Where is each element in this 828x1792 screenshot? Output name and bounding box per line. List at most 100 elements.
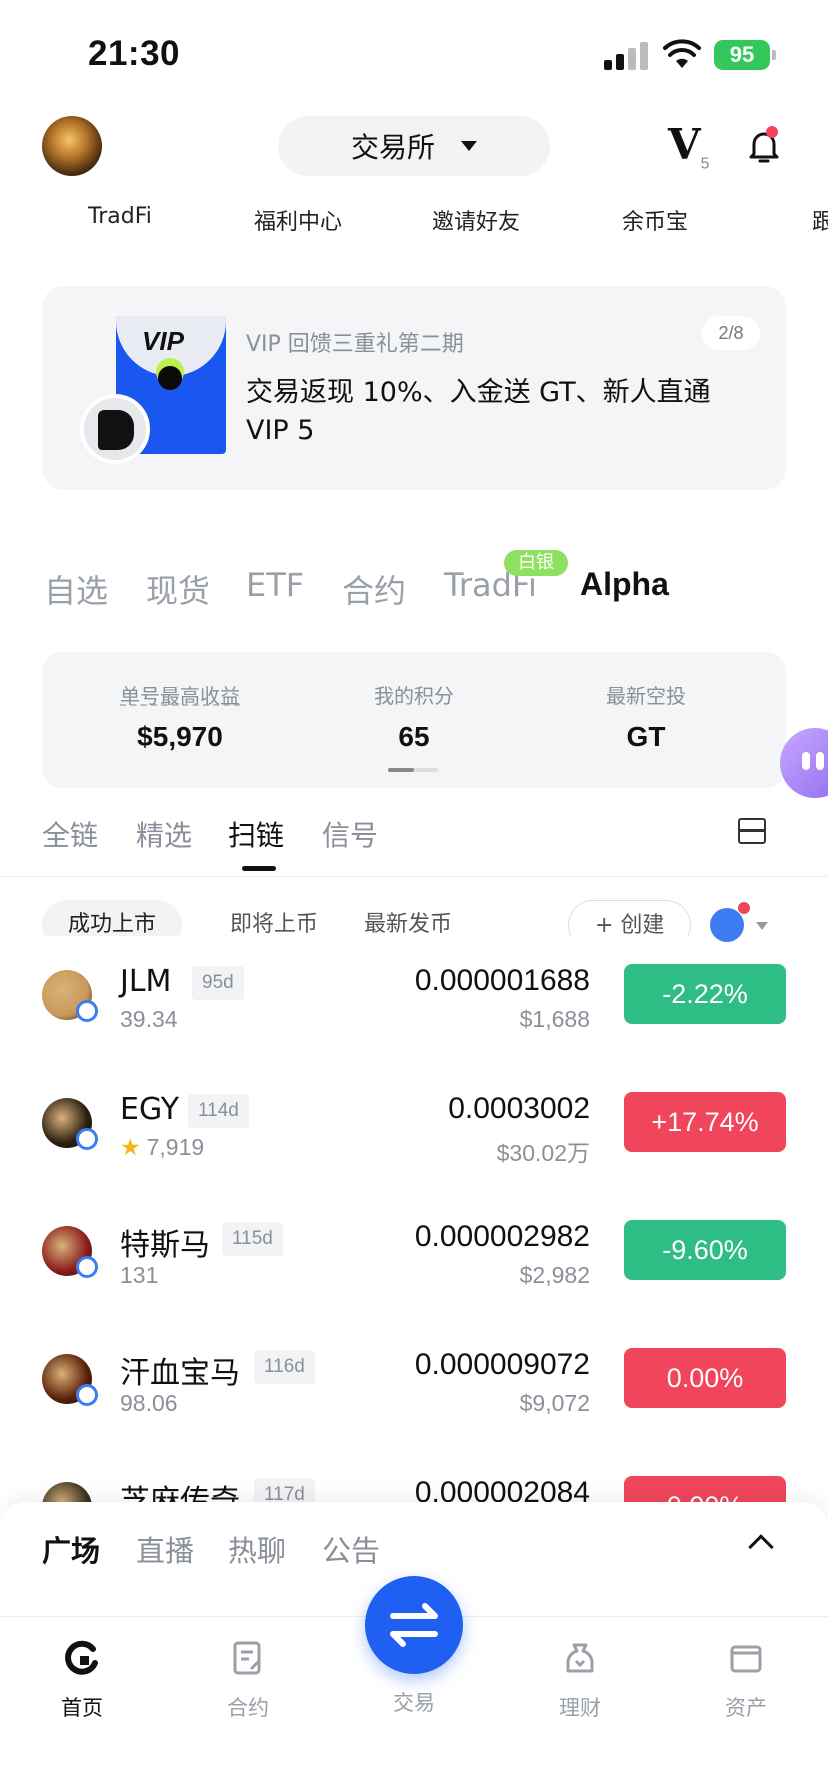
tab-alpha[interactable]: Alpha: [580, 566, 669, 603]
token-market-cap: $2,982: [519, 1262, 590, 1288]
active-subtab-underline: [242, 866, 276, 871]
nav-assets[interactable]: 资产: [691, 1617, 801, 1722]
filter-upcoming[interactable]: 即将上币: [204, 900, 344, 936]
bell-icon[interactable]: [744, 126, 784, 166]
tab-favorites[interactable]: 自选: [44, 566, 108, 612]
tab-hot-chat[interactable]: 热聊: [228, 1528, 286, 1570]
carousel-indicator: [388, 768, 438, 772]
stat-max-profit: 单号最高收益 $5,970: [80, 680, 280, 753]
status-time: 21:30: [88, 34, 181, 73]
token-secondary-value: 39.34: [120, 1006, 178, 1033]
vip-level-number: 5: [700, 155, 710, 173]
stat-latest-airdrop: 最新空投 GT: [546, 680, 746, 753]
caret-down-icon: [461, 141, 477, 151]
chain-badge-icon: [76, 1384, 98, 1406]
table-row[interactable]: 芝麻传奇 117d 0.000002084 0.00%: [0, 1448, 828, 1506]
tab-spot[interactable]: 现货: [146, 566, 210, 612]
nav-earn[interactable]: 理财: [525, 1617, 635, 1722]
token-market-cap: $30.02万: [496, 1140, 590, 1166]
quick-link-tradfi[interactable]: TradFi: [88, 204, 152, 229]
filter-new-tokens[interactable]: 最新发币: [338, 900, 478, 936]
subtab-all-chains[interactable]: 全链: [42, 814, 98, 854]
banner-subtitle: VIP 回馈三重礼第二期: [246, 332, 464, 357]
quick-link-copy-trading[interactable]: 跟: [812, 204, 828, 236]
nav-label: 首页: [61, 1696, 103, 1720]
nav-label: 合约: [227, 1696, 269, 1720]
token-list: JLM 95d 39.34 0.000001688 $1,688 -2.22% …: [0, 936, 828, 1506]
token-price: 0.000002982: [414, 1220, 590, 1253]
avatar[interactable]: [42, 116, 102, 176]
stat-my-points: 我的积分 65: [314, 680, 514, 753]
battery-indicator: 95: [714, 40, 776, 70]
stat-label: 我的积分: [374, 684, 454, 708]
stat-value: 65: [398, 721, 430, 752]
brand-logo-icon: [80, 394, 150, 464]
stat-label: 单号最高收益: [120, 684, 240, 708]
filter-listed[interactable]: 成功上市: [42, 900, 183, 936]
price-change-badge[interactable]: -2.22%: [624, 964, 786, 1024]
nav-label: 理财: [559, 1696, 601, 1720]
token-holders: 7,919: [146, 1134, 205, 1160]
table-row[interactable]: 汗血宝马 116d 98.06 0.000009072 $9,072 0.00%: [0, 1320, 828, 1448]
assistant-bot-icon[interactable]: [780, 728, 828, 798]
alpha-stats-card[interactable]: 单号最高收益 $5,970 我的积分 65 最新空投 GT: [42, 652, 786, 788]
token-name: JLM: [120, 964, 172, 999]
quick-link-invite-friends[interactable]: 邀请好友: [432, 204, 520, 236]
token-secondary-value: 131: [120, 1262, 158, 1289]
divider: [0, 876, 828, 877]
table-row[interactable]: JLM 95d 39.34 0.000001688 $1,688 -2.22%: [0, 936, 828, 1064]
token-name: 特斯马: [120, 1228, 210, 1263]
tab-square[interactable]: 广场: [42, 1528, 100, 1570]
network-filter-dot: [738, 902, 750, 914]
vip-card-text: VIP: [142, 326, 184, 356]
token-name: EGY: [120, 1092, 180, 1127]
wifi-icon: [663, 39, 701, 68]
tab-etf[interactable]: ETF: [246, 566, 304, 604]
nav-futures[interactable]: 合约: [193, 1617, 303, 1722]
vip-level-badge[interactable]: V5: [668, 120, 710, 173]
home-icon: [65, 1640, 98, 1675]
star-icon: ★: [120, 1134, 141, 1160]
tab-live[interactable]: 直播: [136, 1528, 194, 1570]
token-name: 汗血宝马: [120, 1356, 240, 1391]
chain-badge-icon: [76, 1000, 98, 1022]
table-row[interactable]: EGY 114d ★ 7,919 0.0003002 $30.02万 +17.74…: [0, 1064, 828, 1192]
banner-page-indicator: 2/8: [702, 316, 760, 350]
chain-badge-icon: [76, 1128, 98, 1150]
token-holders: 131: [120, 1262, 159, 1288]
quick-link-savings[interactable]: 余币宝: [622, 204, 688, 236]
create-token-button[interactable]: + 创建: [568, 900, 692, 936]
token-secondary-value: 98.06: [120, 1390, 178, 1417]
exchange-switcher[interactable]: 交易所: [278, 116, 550, 176]
stat-value: GT: [626, 721, 666, 752]
tab-announcements[interactable]: 公告: [322, 1528, 380, 1570]
chevron-up-icon[interactable]: [748, 1534, 774, 1560]
wallet-icon: [730, 1645, 762, 1673]
wealth-icon: [566, 1643, 594, 1673]
contract-icon: [233, 1641, 261, 1675]
subtab-chain-scan[interactable]: 扫链: [228, 814, 284, 854]
quick-link-rewards-center[interactable]: 福利中心: [254, 204, 342, 236]
token-age-badge: 115d: [222, 1222, 283, 1256]
token-price: 0.0003002: [448, 1092, 590, 1125]
price-change-badge[interactable]: -9.60%: [624, 1220, 786, 1280]
price-change-badge[interactable]: 0.00%: [624, 1348, 786, 1408]
subtab-featured[interactable]: 精选: [136, 814, 192, 854]
table-row[interactable]: 特斯马 115d 131 0.000002982 $2,982 -9.60%: [0, 1192, 828, 1320]
token-age-badge: 114d: [188, 1094, 249, 1128]
tab-futures[interactable]: 合约: [342, 566, 406, 612]
nav-label: 交易: [393, 1691, 435, 1715]
market-tabs: 自选 现货 ETF 合约 TradFi Alpha: [0, 566, 828, 616]
token-secondary-value: ★ 7,919: [120, 1134, 204, 1161]
chain-subtabs: 全链 精选 扫链 信号: [0, 814, 828, 870]
promo-banner[interactable]: VIP VIP 回馈三重礼第二期 交易返现 10%、入金送 GT、新人直通 VI…: [42, 286, 786, 490]
token-holders: 98.06: [120, 1390, 178, 1416]
nav-home[interactable]: 首页: [27, 1617, 137, 1722]
token-age-badge: 95d: [192, 966, 244, 1000]
trade-button[interactable]: [365, 1576, 463, 1674]
layout-toggle-icon[interactable]: [738, 818, 766, 844]
cellular-signal-icon: [604, 42, 648, 70]
token-age-badge: 116d: [254, 1350, 315, 1384]
price-change-badge[interactable]: +17.74%: [624, 1092, 786, 1152]
subtab-signals[interactable]: 信号: [322, 814, 378, 854]
